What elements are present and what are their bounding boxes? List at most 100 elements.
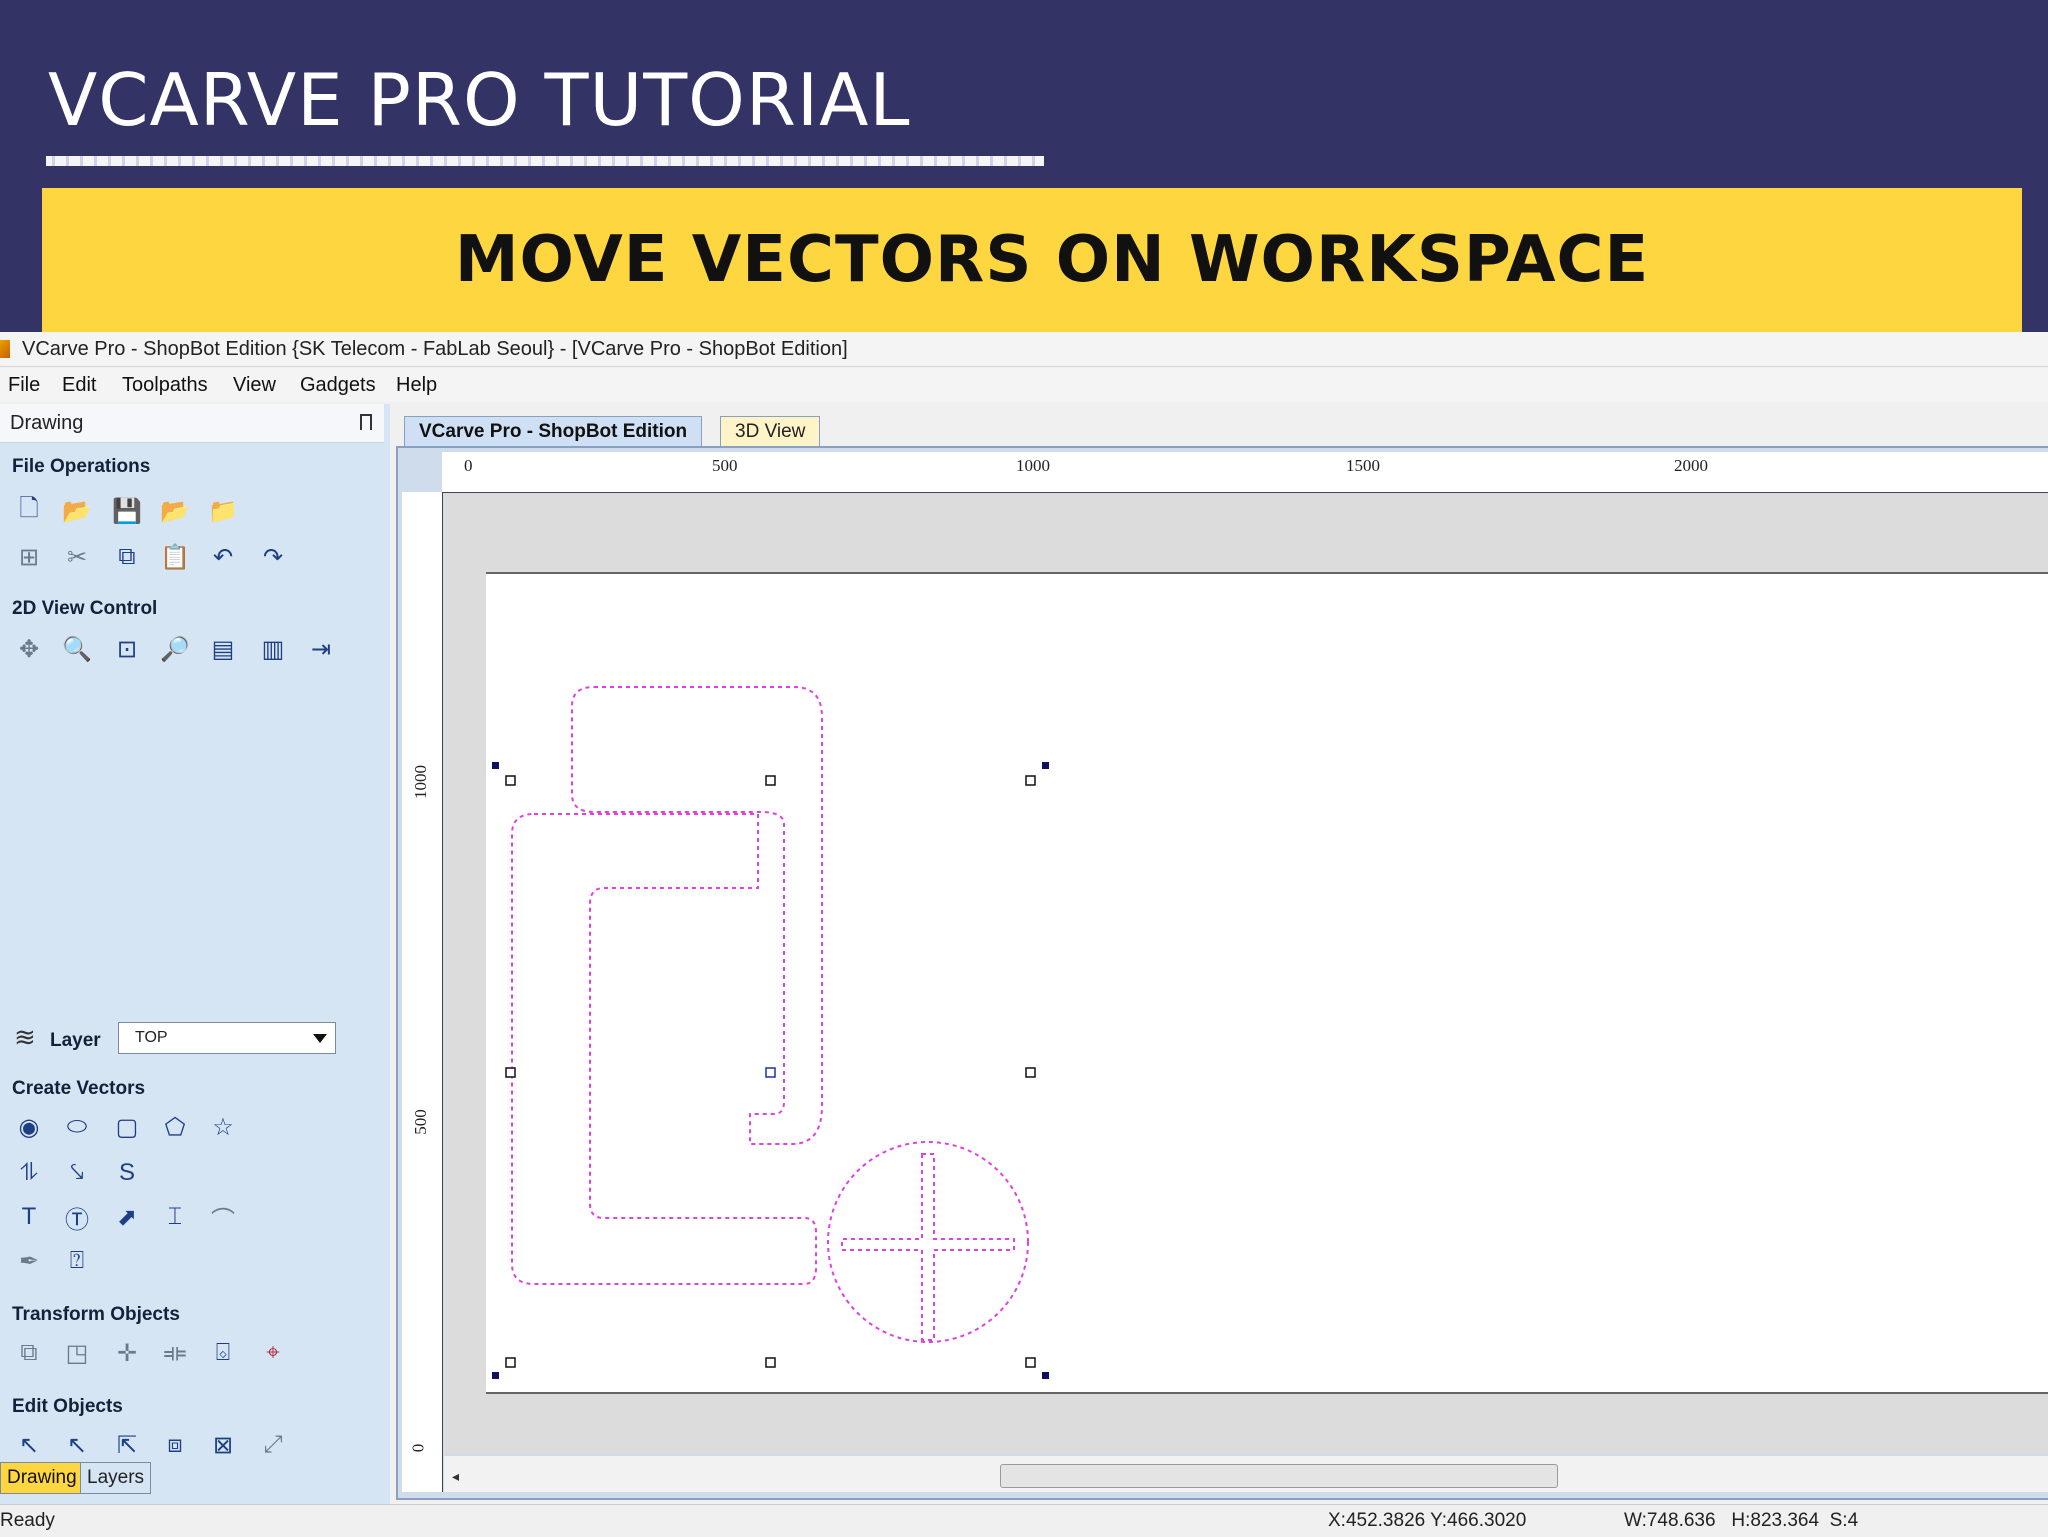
set-size-icon[interactable]: ◳ [60, 1336, 94, 1370]
pan-icon[interactable]: ✥ [12, 632, 46, 666]
mirror-icon[interactable]: ⟚ [158, 1336, 192, 1370]
star-icon[interactable]: ☆ [206, 1110, 240, 1144]
view-mode-icon[interactable]: ▤ [206, 632, 240, 666]
scroll-left-icon[interactable]: ◂ [452, 1468, 459, 1485]
spline-icon[interactable]: S [110, 1156, 144, 1190]
import-vectors-icon[interactable]: 📂 [158, 494, 192, 528]
text-on-curve-icon[interactable]: ⬈ [110, 1200, 144, 1234]
tab-2d-view[interactable]: VCarve Pro - ShopBot Edition [404, 416, 703, 447]
open-file-icon[interactable]: 📂 [60, 494, 94, 528]
rotate-handle[interactable] [492, 1372, 499, 1379]
slide-header: VCARVE PRO TUTORIAL MOVE VECTORS ON WORK… [0, 0, 2048, 332]
selection-handle[interactable] [765, 775, 776, 786]
measure-icon[interactable]: ⍰ [60, 1244, 94, 1278]
ruler-label-1500: 1500 [1346, 456, 1380, 475]
viewport: 0 500 1000 1500 2000 1000 500 0 ◂ [396, 446, 2048, 1500]
save-file-icon[interactable]: 💾 [110, 494, 144, 528]
vector-cross[interactable] [841, 1153, 1015, 1341]
polyline-icon[interactable]: ⥮ [12, 1156, 46, 1190]
selection-handle[interactable] [505, 1357, 516, 1368]
horizontal-scrollbar[interactable]: ◂ [444, 1456, 2048, 1492]
job-setup-icon[interactable]: ⊞ [12, 540, 46, 574]
selection-handle[interactable] [1025, 1067, 1036, 1078]
section-edit-objects: Edit Objects [12, 1396, 123, 1417]
polygon-icon[interactable]: ⬠ [158, 1110, 192, 1144]
selection-handle[interactable] [1025, 1357, 1036, 1368]
tab-layers[interactable]: Layers [80, 1462, 152, 1494]
redo-icon[interactable]: ↷ [256, 540, 290, 574]
text-icon[interactable]: T [12, 1200, 46, 1234]
zoom-all-icon[interactable]: ⊡ [110, 632, 144, 666]
ruler-label-v0: 0 [408, 1443, 428, 1453]
banner: MOVE VECTORS ON WORKSPACE [42, 188, 2022, 332]
circle-icon[interactable]: ◉ [12, 1110, 46, 1144]
zoom-selected-icon[interactable]: 🔎 [158, 632, 192, 666]
vector-lower-c[interactable] [511, 813, 817, 1285]
layer-select[interactable]: TOP [118, 1022, 336, 1054]
vector-circle[interactable] [827, 1141, 1029, 1343]
rotate-handle[interactable] [1042, 762, 1049, 769]
rectangle-icon[interactable]: ▢ [110, 1110, 144, 1144]
tab-3d-view[interactable]: 3D View [720, 416, 821, 447]
ruler-label-0: 0 [464, 456, 473, 475]
split-view-icon[interactable]: ▥ [256, 632, 290, 666]
rotate-handle[interactable] [1042, 1372, 1049, 1379]
layer-label: Layer [50, 1030, 101, 1051]
arc-text-icon[interactable]: ⌒ [206, 1200, 240, 1234]
rotate-handle[interactable] [492, 762, 499, 769]
selection-center-handle[interactable] [765, 1067, 776, 1078]
join-icon[interactable]: ⤢ [256, 1428, 290, 1462]
new-file-icon[interactable]: 🗋 [12, 494, 46, 528]
curve-icon[interactable]: ⤥ [60, 1156, 94, 1190]
auto-layout-text-icon[interactable]: Ⓣ [60, 1200, 94, 1234]
banner-text: MOVE VECTORS ON WORKSPACE [454, 223, 1650, 297]
layers-icon: ≋ [14, 1022, 36, 1052]
ungroup-icon[interactable]: ⊠ [206, 1428, 240, 1462]
group-icon[interactable]: ⧈ [158, 1428, 192, 1462]
tab-drawing[interactable]: Drawing [0, 1462, 84, 1494]
cut-icon[interactable]: ✂ [60, 540, 94, 574]
pin-icon[interactable] [360, 414, 372, 430]
undo-icon[interactable]: ↶ [206, 540, 240, 574]
ellipse-icon[interactable]: ⬭ [60, 1110, 94, 1144]
app-window: VCarve Pro - ShopBot Edition {SK Telecom… [0, 332, 2048, 1537]
move-icon[interactable]: ⧉ [12, 1336, 46, 1370]
scroll-thumb[interactable] [1000, 1464, 1558, 1488]
ruler-label-500: 500 [712, 456, 738, 475]
text-box-icon[interactable]: ⌶ [158, 1200, 192, 1234]
vertical-ruler: 1000 500 0 [402, 492, 443, 1492]
dimension-icon[interactable]: ✒ [12, 1244, 46, 1278]
selection-handle[interactable] [765, 1357, 776, 1368]
status-bar: Ready X:452.3826 Y:466.3020 W:748.636 H:… [0, 1504, 2048, 1537]
node-edit-icon[interactable]: ↖ [60, 1428, 94, 1462]
menu-edit[interactable]: Edit [62, 374, 96, 397]
align-icon[interactable]: ✛ [110, 1336, 144, 1370]
copy-icon[interactable]: ⧉ [110, 540, 144, 574]
select-icon[interactable]: ↖ [12, 1428, 46, 1462]
section-create-vectors: Create Vectors [12, 1078, 146, 1099]
chevron-down-icon [313, 1034, 327, 1043]
paste-icon[interactable]: 📋 [158, 540, 192, 574]
menu-file[interactable]: File [8, 374, 40, 397]
menu-help[interactable]: Help [396, 374, 437, 397]
ruler-label-v500: 500 [410, 1109, 430, 1135]
vector-canvas[interactable] [444, 494, 2048, 1454]
window-titlebar[interactable]: VCarve Pro - ShopBot Edition {SK Telecom… [0, 332, 2048, 367]
selection-handle[interactable] [505, 775, 516, 786]
workspace[interactable] [444, 494, 2048, 1454]
menu-view[interactable]: View [233, 374, 276, 397]
interactive-transform-icon[interactable]: ⇱ [110, 1428, 144, 1462]
menu-gadgets[interactable]: Gadgets [300, 374, 376, 397]
selection-handle[interactable] [1025, 775, 1036, 786]
vector-upper-c[interactable] [571, 686, 823, 1145]
zoom-box-icon[interactable]: 🔍 [60, 632, 94, 666]
transform-icon[interactable]: ⌖ [256, 1336, 290, 1370]
import-bitmap-icon[interactable]: 📁 [206, 494, 240, 528]
distort-icon[interactable]: ⌺ [206, 1336, 240, 1370]
panel-tabs: Drawing Layers [0, 1458, 390, 1498]
menu-toolpaths[interactable]: Toolpaths [122, 374, 208, 397]
selection-handle[interactable] [505, 1067, 516, 1078]
cursor-coordinates: X:452.3826 Y:466.3020 [1328, 1510, 1527, 1531]
ruler-label-v1000: 1000 [411, 765, 430, 799]
toggle-view-icon[interactable]: ⇥ [304, 632, 338, 666]
